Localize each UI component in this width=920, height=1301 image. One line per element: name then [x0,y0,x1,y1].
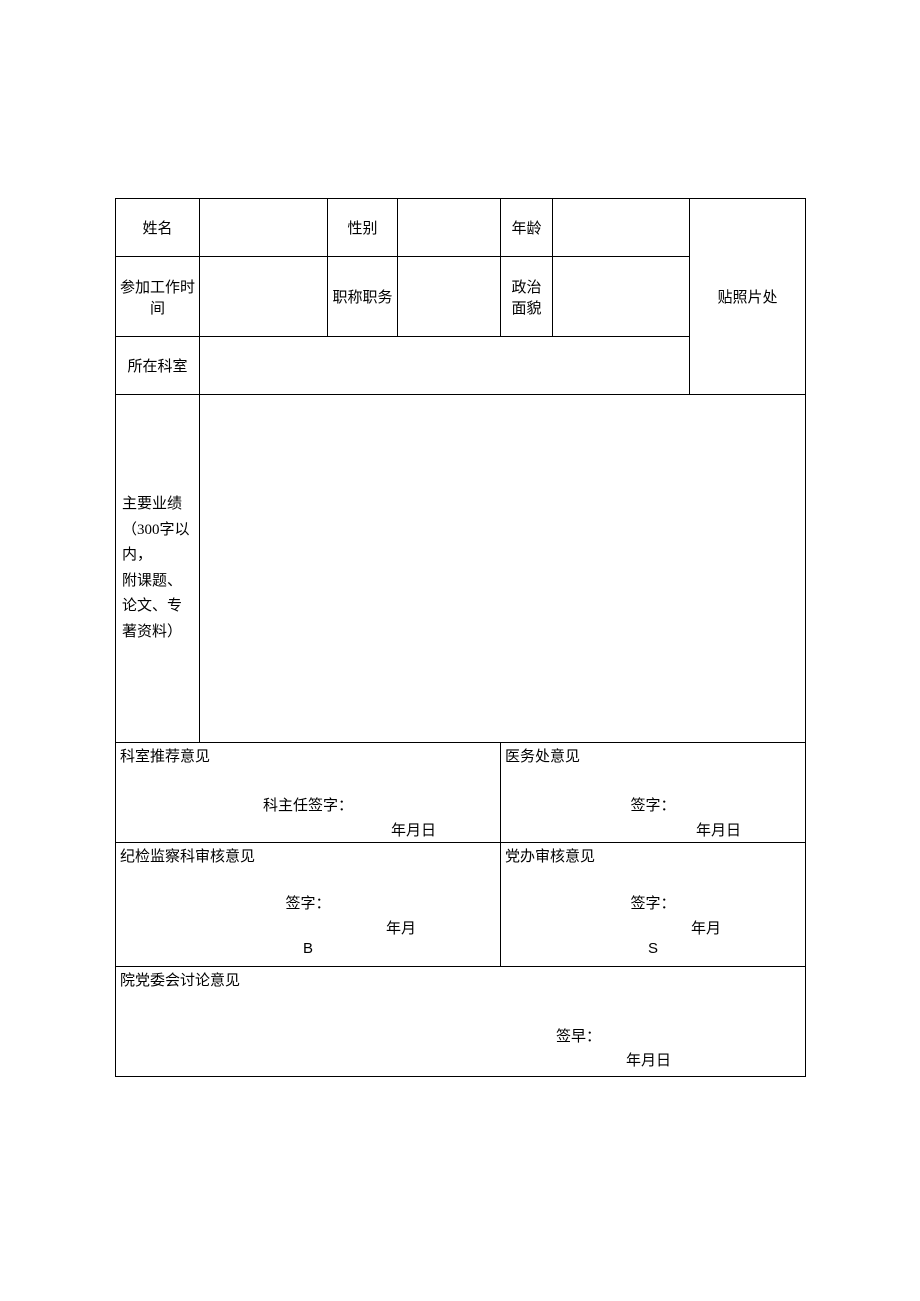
label-age: 年龄 [501,199,553,257]
form-table: 姓名 性别 年龄 贴照片处 参加工作时间 职称职务 政治面貌 所在科室 主要业绩… [115,198,806,1077]
party-office-sig: 签字： [505,866,801,913]
discipline-letter: B [120,938,496,957]
party-office-title: 党办审核意见 [505,849,595,865]
dept-recommend-date: 年月日 [120,815,496,840]
committee-sig: 签早： [556,1025,601,1046]
discipline-sig: 签字： [120,866,496,913]
label-gender: 性别 [328,199,398,257]
photo-area[interactable]: 贴照片处 [690,199,806,395]
value-achievements[interactable] [200,395,806,743]
label-political: 政治面貌 [501,257,553,337]
value-work-start[interactable] [200,257,328,337]
medical-office-title: 医务处意见 [505,749,580,765]
party-office-letter: S [505,938,801,957]
value-age[interactable] [553,199,690,257]
committee-date: 年月日 [626,1049,671,1070]
form-page: 姓名 性别 年龄 贴照片处 参加工作时间 职称职务 政治面貌 所在科室 主要业绩… [115,198,805,1077]
value-political[interactable] [553,257,690,337]
value-name[interactable] [200,199,328,257]
discipline-title: 纪检监察科审核意见 [120,849,255,865]
party-office-date: 年月 [505,913,801,938]
label-title-position: 职称职务 [328,257,398,337]
label-achievements: 主要业绩 （300字以内， 附课题、论文、专著资料） [116,395,200,743]
label-work-start: 参加工作时间 [116,257,200,337]
committee-title: 院党委会讨论意见 [120,969,240,990]
dept-recommend-sig: 科主任签字： [120,766,496,815]
dept-recommend-title: 科室推荐意见 [120,749,210,765]
medical-office-sig: 签字： [505,766,801,815]
label-name: 姓名 [116,199,200,257]
value-gender[interactable] [398,199,501,257]
discipline-date: 年月 [120,913,496,938]
value-title-position[interactable] [398,257,501,337]
medical-office-date: 年月日 [505,815,801,840]
label-department: 所在科室 [116,337,200,395]
value-department[interactable] [200,337,690,395]
